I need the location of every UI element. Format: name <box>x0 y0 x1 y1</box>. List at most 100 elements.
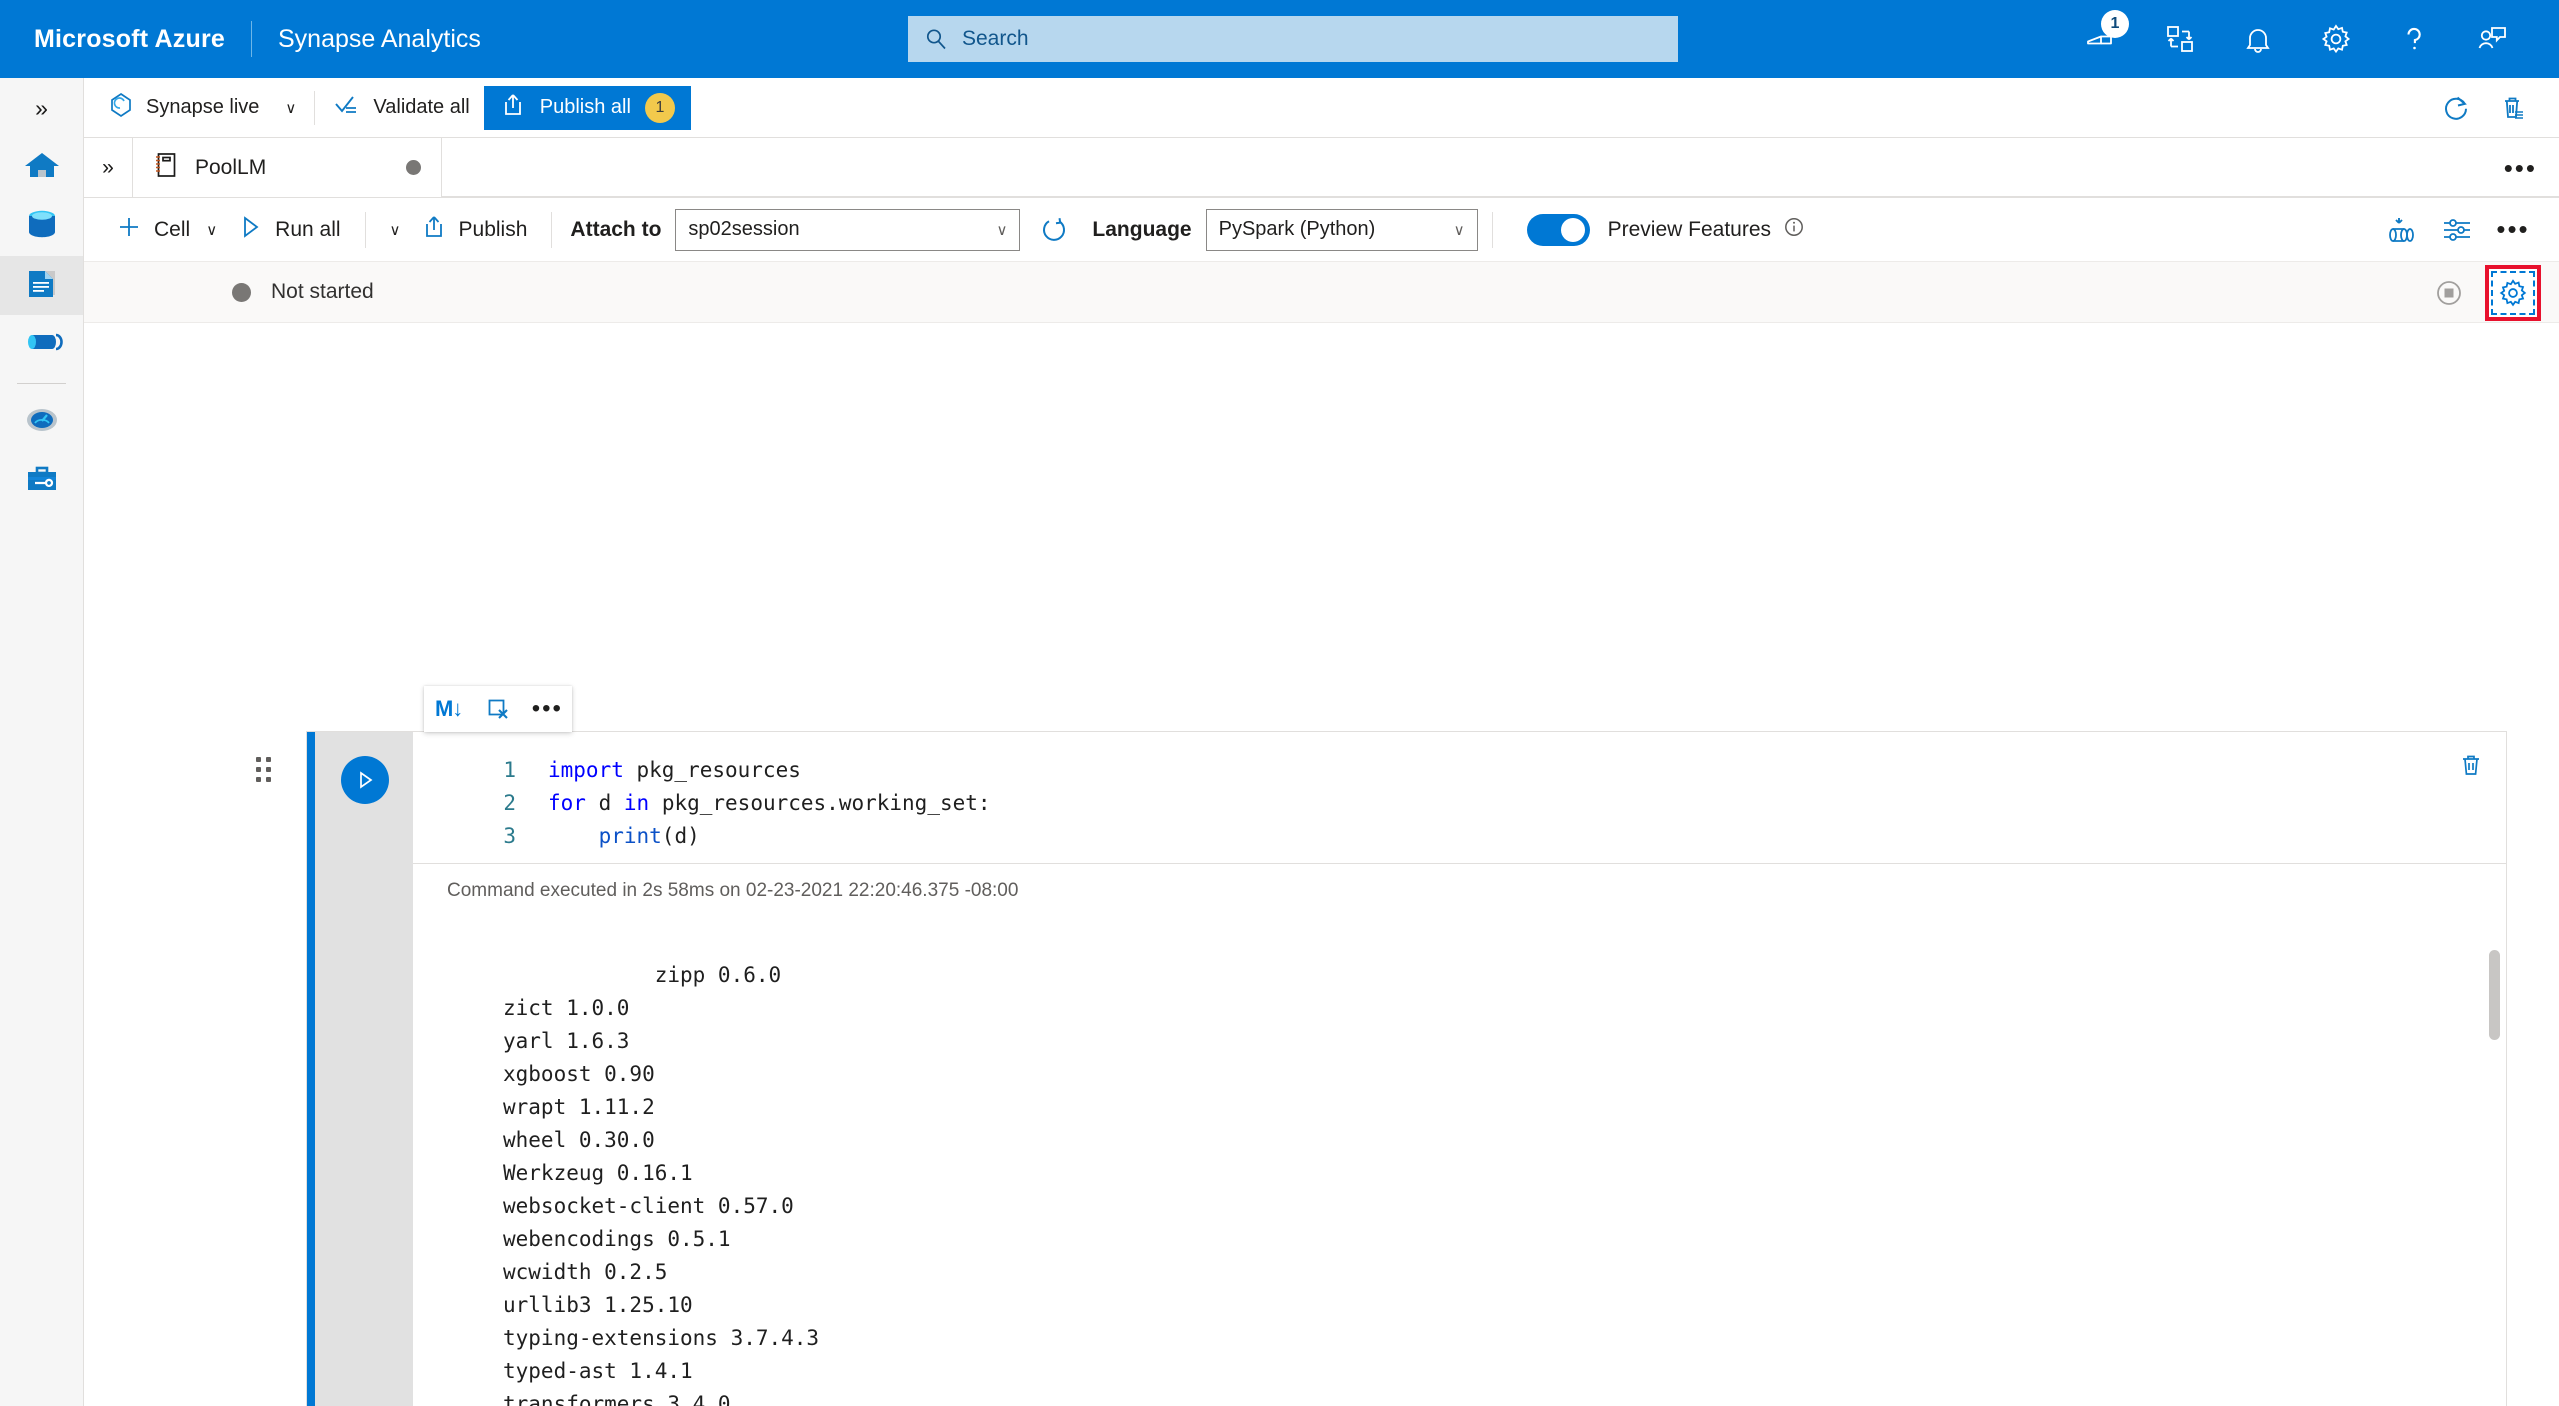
more-options-icon[interactable]: ••• <box>2485 202 2541 258</box>
develop-document-icon <box>21 262 63 309</box>
add-cell-button[interactable]: Cell ∨ <box>106 207 227 253</box>
drag-dot <box>256 777 261 782</box>
discard-all-trash-icon[interactable] <box>2485 80 2541 136</box>
code-token-keyword: for <box>548 791 586 815</box>
language-select[interactable]: PySpark (Python) ∨ <box>1205 208 1478 251</box>
line-number: 2 <box>503 791 516 815</box>
tab-strip-filler <box>442 138 2559 197</box>
chevron-down-icon[interactable]: ∨ <box>285 99 296 117</box>
publish-button[interactable]: Publish <box>411 207 538 253</box>
left-rail: » <box>0 78 84 1406</box>
run-cell-button[interactable] <box>341 756 389 804</box>
sidebar-item-home[interactable] <box>0 138 83 197</box>
code-token-keyword: in <box>623 791 650 815</box>
settings-gear-icon[interactable] <box>2297 0 2375 78</box>
cell-active-indicator <box>307 732 315 1406</box>
code-text: for d in pkg_resources.working_set: <box>548 787 991 820</box>
session-status-actions <box>2421 262 2541 324</box>
sidebar-item-monitor[interactable] <box>0 393 83 452</box>
delete-cell-icon[interactable] <box>2458 752 2484 783</box>
refresh-icon[interactable] <box>2429 80 2485 136</box>
status-text: Not started <box>271 280 374 303</box>
code-token: (d) <box>661 824 700 848</box>
notebook-toolbar: Cell ∨ Run all ∨ Publish Attach to sp02s… <box>84 198 2559 261</box>
global-search[interactable] <box>908 16 1678 62</box>
top-bar-icons: 1 <box>2063 0 2559 78</box>
workspace-toolbar-right <box>2429 78 2541 138</box>
cell-body: 1 import pkg_resources 2 for d in pkg_re… <box>413 732 2506 1406</box>
info-icon[interactable] <box>1783 216 1805 243</box>
stop-session-icon[interactable] <box>2421 265 2477 321</box>
chevron-down-icon[interactable]: ∨ <box>206 221 217 239</box>
feedback-person-icon[interactable] <box>2453 0 2531 78</box>
notifications-bell-icon[interactable] <box>2219 0 2297 78</box>
synapse-live-icon <box>108 92 134 124</box>
cell-gutter <box>315 732 413 1406</box>
brand-area[interactable]: Microsoft Azure Synapse Analytics <box>0 0 481 78</box>
sidebar-item-develop[interactable] <box>0 256 83 315</box>
cloud-shell-icon[interactable]: 1 <box>2063 0 2141 78</box>
run-all-button[interactable]: Run all <box>227 207 350 253</box>
delete-cell-button[interactable] <box>477 688 519 730</box>
home-icon <box>21 144 63 191</box>
cell-output: zipp 0.6.0 zict 1.0.0 yarl 1.6.3 xgboost… <box>413 916 2506 1406</box>
sidebar-item-integrate[interactable] <box>0 315 83 374</box>
code-line: 2 for d in pkg_resources.working_set: <box>413 787 2506 820</box>
chevron-down-icon: ∨ <box>389 221 401 239</box>
rail-expand-button[interactable]: » <box>0 78 83 138</box>
synapse-live-button[interactable]: Synapse live ∨ <box>98 86 306 130</box>
line-number: 1 <box>503 758 516 782</box>
code-token-function: print <box>598 824 662 848</box>
monitor-gauge-icon <box>21 399 63 446</box>
language-label: Language <box>1092 217 1192 241</box>
run-all-options-button[interactable]: ∨ <box>380 207 411 253</box>
cloud-shell-badge: 1 <box>2101 10 2129 38</box>
line-number: 3 <box>503 824 516 848</box>
notebook-toolbar-right: ••• <box>2373 198 2541 261</box>
directory-switch-icon[interactable] <box>2141 0 2219 78</box>
manage-toolbox-icon <box>21 458 63 505</box>
code-line: 3 print(d) <box>413 820 2506 853</box>
output-scrollbar-thumb[interactable] <box>2489 950 2500 1040</box>
session-refresh-icon[interactable] <box>1026 202 1082 258</box>
configure-session-gear-icon[interactable] <box>2485 265 2541 321</box>
publish-all-button[interactable]: Publish all 1 <box>483 85 691 130</box>
configure-session-sliders-icon[interactable] <box>2429 202 2485 258</box>
convert-to-markdown-button[interactable]: M↓ <box>428 688 470 730</box>
sidebar-item-data[interactable] <box>0 197 83 256</box>
cell-more-options-button[interactable]: ••• <box>526 688 568 730</box>
app-shell: » Synapse live ∨ Validate all Publish al… <box>0 78 2559 1406</box>
rail-divider <box>17 383 66 384</box>
more-options-glyph: ••• <box>531 695 563 722</box>
tab-expand-button[interactable]: » <box>84 138 132 197</box>
tab-strip-more-button[interactable]: ••• <box>2504 138 2537 198</box>
cell-code-editor[interactable]: 1 import pkg_resources 2 for d in pkg_re… <box>413 732 2506 863</box>
tab-unsaved-dot <box>406 160 421 175</box>
code-text: import pkg_resources <box>548 754 801 787</box>
search-input[interactable] <box>960 26 1662 52</box>
integrate-pipeline-icon <box>21 321 63 368</box>
status-dot <box>232 282 251 302</box>
attach-to-value: sp02session <box>688 218 800 240</box>
preview-features-toggle[interactable] <box>1526 213 1590 246</box>
code-token: pkg_resources.working_set: <box>649 791 991 815</box>
output-text: zipp 0.6.0 zict 1.0.0 yarl 1.6.3 xgboost… <box>503 963 820 1406</box>
publish-upload-icon <box>500 92 526 124</box>
tab-poollm[interactable]: PoolLM <box>132 138 442 197</box>
publish-all-count-badge: 1 <box>644 92 675 123</box>
run-all-label: Run all <box>275 217 341 241</box>
manage-packages-icon[interactable] <box>2373 202 2429 258</box>
validate-check-icon <box>333 92 361 124</box>
cell-drag-handle[interactable] <box>256 757 278 783</box>
notebook-canvas: M↓ ••• 1 import pkg_resources 2 for d in… <box>84 323 2559 1406</box>
more-options-glyph: ••• <box>2496 214 2530 244</box>
attach-to-select[interactable]: sp02session ∨ <box>675 208 1021 251</box>
synapse-live-label: Synapse live <box>146 96 260 118</box>
sidebar-item-manage[interactable] <box>0 452 83 511</box>
drag-dot <box>266 777 271 782</box>
publish-all-label: Publish all <box>539 96 631 118</box>
help-question-icon[interactable] <box>2375 0 2453 78</box>
validate-all-button[interactable]: Validate all <box>323 86 479 130</box>
markdown-glyph: M↓ <box>434 696 463 721</box>
